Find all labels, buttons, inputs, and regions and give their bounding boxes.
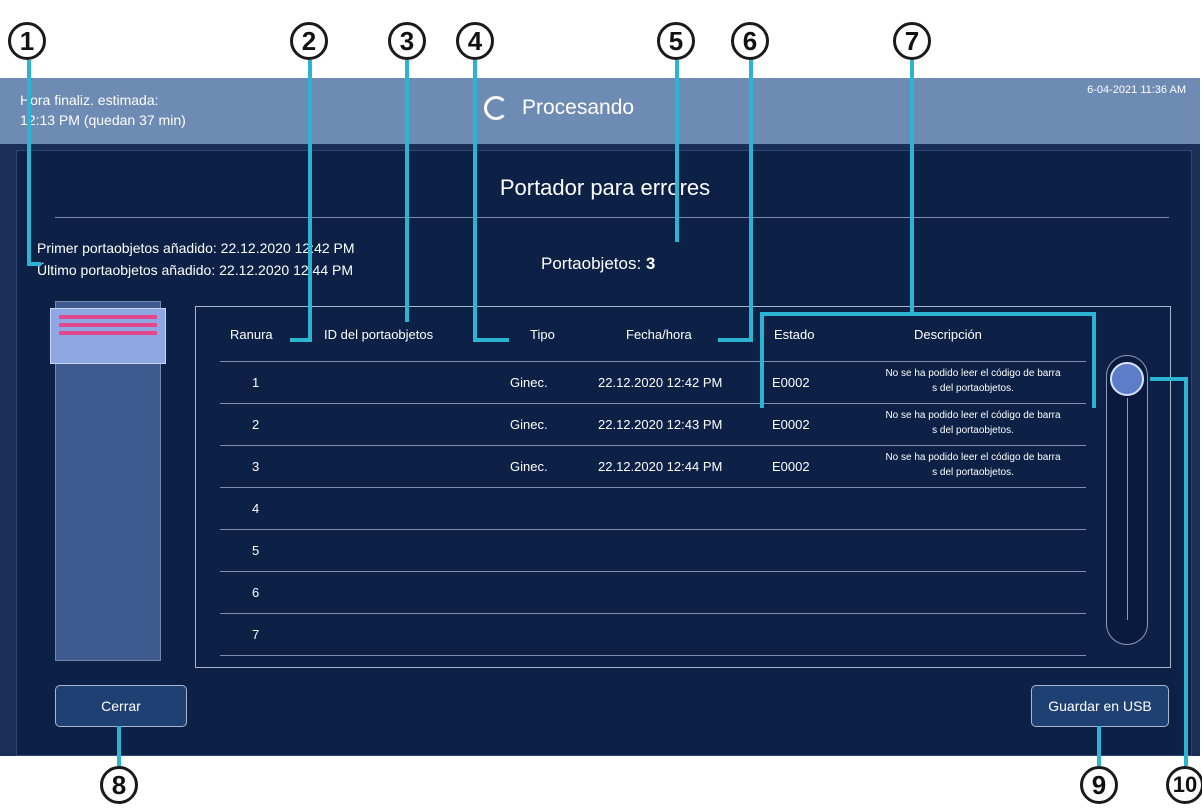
slide-marker bbox=[59, 315, 157, 319]
system-datetime: 6-04-2021 11:36 AM bbox=[1087, 84, 1186, 96]
cell-type: Ginec. bbox=[510, 417, 548, 432]
leader-line-10 bbox=[1150, 377, 1188, 381]
cell-datetime: 22.12.2020 12:43 PM bbox=[598, 417, 723, 432]
leader-line-4 bbox=[473, 338, 509, 342]
slide-marker bbox=[59, 323, 157, 327]
callout-7: 7 bbox=[893, 22, 931, 60]
processing-status: Procesando bbox=[484, 96, 634, 120]
estimated-end-time: Hora finaliz. estimada: 12:13 PM (quedan… bbox=[20, 90, 186, 130]
callout-4: 4 bbox=[456, 22, 494, 60]
title-divider bbox=[55, 217, 1169, 218]
table-row[interactable]: 4 bbox=[220, 487, 1086, 529]
device-screen: Hora finaliz. estimada: 12:13 PM (quedan… bbox=[0, 78, 1200, 756]
slide-count-value: 3 bbox=[645, 254, 656, 273]
cell-slot: 4 bbox=[252, 501, 260, 516]
carrier-timestamps: Primer portaobjetos añadido: 22.12.2020 … bbox=[37, 237, 355, 281]
callout-5: 5 bbox=[657, 22, 695, 60]
leader-line-10 bbox=[1184, 377, 1188, 766]
cell-status: E0002 bbox=[772, 375, 810, 390]
callout-6: 6 bbox=[731, 22, 769, 60]
carrier-view-window[interactable] bbox=[50, 308, 166, 364]
page-title: Portador para errores bbox=[499, 175, 711, 200]
spinner-icon bbox=[484, 96, 508, 120]
first-slide-value: 22.12.2020 12:42 PM bbox=[220, 240, 355, 256]
callout-10: 10 bbox=[1166, 766, 1202, 804]
leader-line-7 bbox=[910, 60, 914, 312]
table-row[interactable]: 7 bbox=[220, 613, 1086, 655]
slide-count: Portaobjetos: 3 bbox=[541, 254, 655, 274]
table-row-divider bbox=[220, 655, 1086, 656]
last-slide-label: Último portaobjetos añadido: bbox=[37, 262, 216, 278]
vertical-scrollbar[interactable] bbox=[1106, 355, 1148, 645]
leader-line-7 bbox=[1092, 312, 1096, 408]
cell-slot: 2 bbox=[252, 417, 260, 432]
cell-datetime: 22.12.2020 12:42 PM bbox=[598, 375, 723, 390]
table-row[interactable]: 5 bbox=[220, 529, 1086, 571]
scrollbar-thumb[interactable] bbox=[1110, 362, 1144, 396]
table-row[interactable]: 2 Ginec. 22.12.2020 12:43 PM E0002 No se… bbox=[220, 403, 1086, 445]
table-row[interactable]: 3 Ginec. 22.12.2020 12:44 PM E0002 No se… bbox=[220, 445, 1086, 487]
cell-description: No se ha podido leer el código de barra s… bbox=[885, 452, 1061, 478]
cell-type: Ginec. bbox=[510, 375, 548, 390]
table-row[interactable]: 1 Ginec. 22.12.2020 12:42 PM E0002 No se… bbox=[220, 361, 1086, 403]
slide-count-label: Portaobjetos: bbox=[541, 254, 642, 273]
cell-status: E0002 bbox=[772, 459, 810, 474]
header-status: Estado bbox=[774, 327, 815, 342]
slide-marker bbox=[59, 331, 157, 335]
close-button[interactable]: Cerrar bbox=[55, 685, 187, 727]
cell-slot: 5 bbox=[252, 543, 260, 558]
leader-line-9 bbox=[1097, 726, 1101, 766]
callout-1: 1 bbox=[8, 22, 46, 60]
scrollbar-track-line bbox=[1127, 398, 1128, 620]
error-carrier-panel: Portador para errores Primer portaobjeto… bbox=[16, 150, 1192, 756]
leader-line-1 bbox=[27, 262, 41, 266]
cell-type: Ginec. bbox=[510, 459, 548, 474]
header-datetime: Fecha/hora bbox=[626, 327, 692, 342]
leader-line-2 bbox=[290, 338, 312, 342]
status-bar: Hora finaliz. estimada: 12:13 PM (quedan… bbox=[0, 78, 1200, 144]
cell-description: No se ha podido leer el código de barra s… bbox=[885, 368, 1061, 394]
leader-line-2 bbox=[308, 60, 312, 342]
first-slide-label: Primer portaobjetos añadido: bbox=[37, 240, 217, 256]
save-usb-button[interactable]: Guardar en USB bbox=[1031, 685, 1169, 727]
cell-slot: 3 bbox=[252, 459, 260, 474]
leader-line-7 bbox=[760, 312, 1096, 316]
cell-slot: 6 bbox=[252, 585, 260, 600]
leader-line-6 bbox=[718, 338, 753, 342]
processing-label: Procesando bbox=[522, 96, 635, 119]
leader-line-3 bbox=[405, 60, 409, 322]
last-slide-value: 22.12.2020 12:44 PM bbox=[219, 262, 354, 278]
cell-description: No se ha podido leer el código de barra s… bbox=[885, 410, 1061, 436]
callout-2: 2 bbox=[290, 22, 328, 60]
slides-table: Ranura ID del portaobjetos Tipo Fecha/ho… bbox=[195, 306, 1171, 668]
table-row[interactable]: 6 bbox=[220, 571, 1086, 613]
cell-slot: 1 bbox=[252, 375, 260, 390]
leader-line-8 bbox=[117, 726, 121, 766]
header-type: Tipo bbox=[530, 327, 555, 342]
leader-line-7 bbox=[760, 312, 764, 408]
callout-3: 3 bbox=[388, 22, 426, 60]
estimated-end-value: 12:13 PM (quedan 37 min) bbox=[20, 112, 186, 128]
header-description: Descripción bbox=[914, 327, 982, 342]
carrier-overview[interactable] bbox=[50, 301, 166, 661]
header-slot: Ranura bbox=[230, 327, 273, 342]
leader-line-5 bbox=[675, 60, 679, 242]
callout-8: 8 bbox=[100, 766, 138, 804]
cell-slot: 7 bbox=[252, 627, 260, 642]
leader-line-6 bbox=[749, 60, 753, 342]
cell-status: E0002 bbox=[772, 417, 810, 432]
header-slide-id: ID del portaobjetos bbox=[324, 327, 434, 342]
callout-9: 9 bbox=[1080, 766, 1118, 804]
cell-datetime: 22.12.2020 12:44 PM bbox=[598, 459, 723, 474]
leader-line-4 bbox=[473, 60, 477, 342]
estimated-end-label: Hora finaliz. estimada: bbox=[20, 92, 159, 108]
leader-line-1 bbox=[27, 60, 31, 264]
